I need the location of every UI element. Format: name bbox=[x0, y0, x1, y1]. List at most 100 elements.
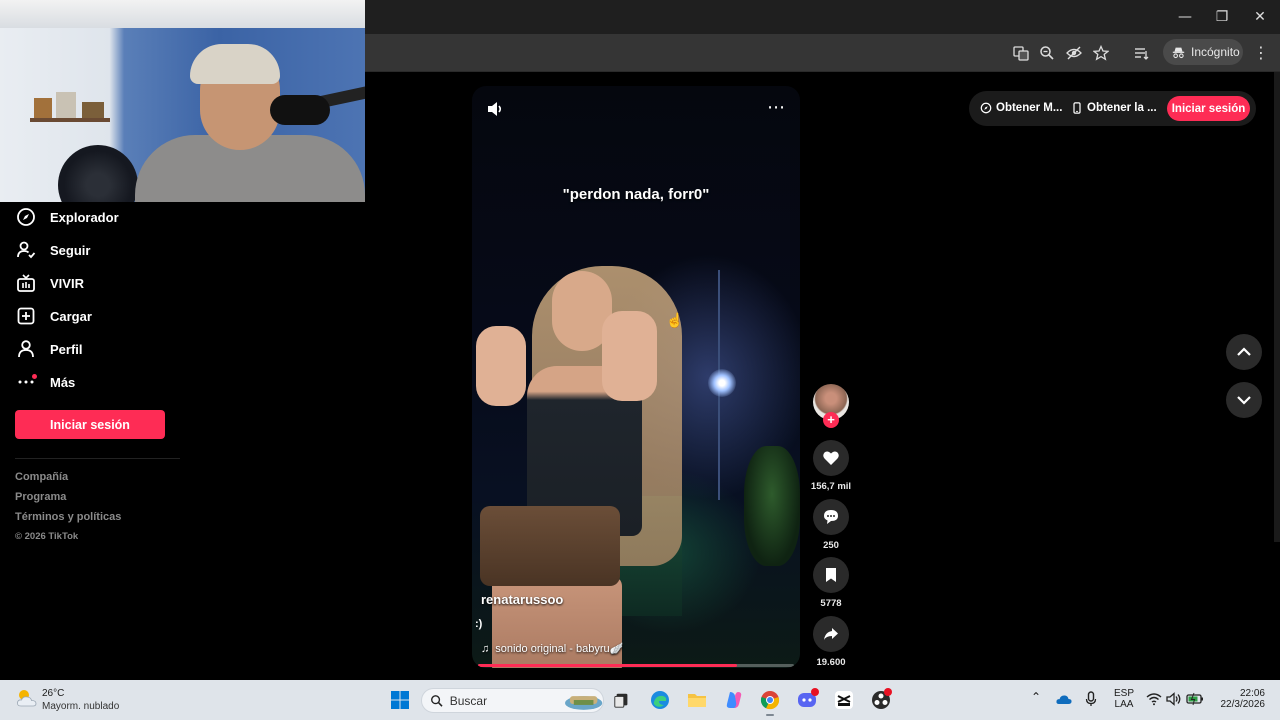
sound-icon[interactable] bbox=[486, 100, 504, 118]
video-author[interactable]: renatarussoo bbox=[481, 592, 563, 607]
incognito-indicator[interactable]: Incógnito bbox=[1163, 39, 1243, 65]
sidebar-item-label: Perfil bbox=[50, 341, 83, 357]
video-more-icon[interactable]: ⋯ bbox=[766, 98, 786, 118]
footer-link-program[interactable]: Programa bbox=[15, 491, 66, 503]
battery-charging-icon[interactable] bbox=[1186, 692, 1204, 706]
share-arrow-icon bbox=[824, 628, 838, 640]
save-count: 5778 bbox=[820, 598, 842, 609]
sidebar-divider bbox=[15, 458, 180, 459]
like-count: 156,7 mil bbox=[810, 481, 852, 492]
get-app-link[interactable]: Obtener la ... bbox=[1071, 99, 1157, 117]
task-view-icon bbox=[614, 693, 628, 708]
taskbar-search-input[interactable] bbox=[449, 693, 550, 708]
video-music-label: sonido original - babyru🪽 bbox=[495, 643, 624, 655]
phone-icon bbox=[1073, 102, 1081, 114]
capcut-icon bbox=[835, 691, 853, 709]
page-scrollbar[interactable] bbox=[1274, 72, 1280, 542]
hand-cursor-icon: ☝ bbox=[666, 312, 684, 328]
like-button[interactable] bbox=[813, 440, 849, 476]
chrome-icon bbox=[760, 691, 780, 710]
sidebar-item-label: VIVIR bbox=[50, 275, 84, 291]
incognito-label: Incógnito bbox=[1191, 45, 1240, 59]
sidebar-item-explorador[interactable]: Explorador bbox=[16, 205, 119, 229]
footer-link-terms[interactable]: Términos y políticas bbox=[15, 511, 121, 523]
eye-off-icon[interactable] bbox=[1063, 42, 1085, 64]
taskbar-file-explorer[interactable] bbox=[683, 686, 711, 714]
taskbar-chrome[interactable] bbox=[756, 686, 784, 714]
zoom-icon[interactable] bbox=[1036, 42, 1058, 64]
video-scene-plant bbox=[744, 446, 800, 566]
video-scene-light bbox=[708, 369, 736, 397]
follow-plus-icon[interactable]: + bbox=[823, 412, 839, 428]
webcam-fan bbox=[58, 145, 138, 202]
previous-video-button[interactable] bbox=[1226, 334, 1262, 370]
sidebar-item-label: Explorador bbox=[50, 209, 119, 225]
video-progress-bar[interactable] bbox=[478, 664, 794, 667]
tray-overflow-chevron-icon[interactable]: ⌃ bbox=[1031, 690, 1041, 704]
music-note-icon: ♫ bbox=[481, 642, 490, 655]
taskbar-copilot[interactable] bbox=[720, 686, 748, 714]
clock-time: 22:06 bbox=[1239, 688, 1265, 699]
start-button[interactable] bbox=[386, 686, 414, 714]
edge-icon bbox=[651, 691, 669, 709]
browser-menu-icon[interactable]: ⋮ bbox=[1252, 42, 1270, 64]
video-player[interactable]: ⋯ "perdon nada, forr0" renatarussoo :) ♫… bbox=[472, 86, 800, 668]
wifi-icon[interactable] bbox=[1146, 692, 1162, 706]
video-description: :) bbox=[475, 618, 483, 630]
video-caption-text: "perdon nada, forr0" bbox=[562, 186, 710, 203]
sidebar-item-seguir[interactable]: Seguir bbox=[16, 238, 90, 262]
footer-link-company[interactable]: Compañía bbox=[15, 471, 68, 483]
copyright-text: © 2026 TikTok bbox=[15, 531, 79, 542]
folder-icon bbox=[688, 694, 706, 707]
sidebar-login-button[interactable]: Iniciar sesión bbox=[15, 410, 165, 439]
language-code: ESP bbox=[1114, 688, 1135, 699]
webcam-overlay bbox=[0, 0, 365, 202]
volume-icon[interactable] bbox=[1166, 692, 1182, 706]
minimize-button[interactable]: — bbox=[1167, 6, 1203, 28]
taskbar-clock[interactable]: 22:06 22/3/2026 bbox=[1217, 688, 1266, 710]
sidebar-item-label: Seguir bbox=[50, 242, 91, 258]
get-app-label-1: Obtener M... bbox=[996, 102, 1063, 114]
share-button[interactable] bbox=[813, 616, 849, 652]
webcam-ceiling bbox=[0, 0, 365, 28]
chevron-up-icon bbox=[1237, 347, 1251, 356]
top-login-button[interactable]: Iniciar sesión bbox=[1167, 96, 1250, 121]
task-view-button[interactable] bbox=[608, 686, 636, 714]
bookmark-star-icon[interactable] bbox=[1090, 42, 1112, 64]
taskbar-search[interactable] bbox=[421, 688, 604, 713]
save-button[interactable] bbox=[813, 557, 849, 593]
profile-icon bbox=[18, 340, 34, 358]
sidebar-item-vivir[interactable]: VIVIR bbox=[16, 271, 84, 295]
compass-small-icon bbox=[980, 102, 992, 114]
discord-notification-badge bbox=[811, 688, 819, 696]
microphone-icon[interactable] bbox=[1085, 691, 1097, 707]
windows-logo-icon bbox=[391, 691, 409, 709]
get-app-label-2: Obtener la ... bbox=[1087, 102, 1157, 114]
weather-temperature[interactable]: 26°C bbox=[42, 688, 64, 699]
follow-user-icon bbox=[17, 241, 36, 259]
onedrive-icon[interactable] bbox=[1056, 692, 1072, 706]
video-music[interactable]: ♫ sonido original - babyru🪽 bbox=[481, 642, 624, 656]
restore-button[interactable]: ❐ bbox=[1204, 6, 1240, 28]
sidebar-item-mas[interactable]: Más bbox=[16, 370, 75, 394]
incognito-icon bbox=[1172, 47, 1185, 58]
taskbar-capcut[interactable] bbox=[830, 686, 858, 714]
weather-cloud-sun-icon[interactable] bbox=[15, 687, 39, 709]
upload-plus-icon bbox=[17, 307, 35, 325]
comment-button[interactable] bbox=[813, 499, 849, 535]
language-indicator[interactable]: ESP LAA bbox=[1114, 688, 1134, 710]
sidebar-item-label: Más bbox=[50, 374, 76, 390]
taskbar-edge[interactable] bbox=[646, 686, 674, 714]
sidebar-item-cargar[interactable]: Cargar bbox=[16, 304, 92, 328]
next-video-button[interactable] bbox=[1226, 382, 1262, 418]
video-person-left-hand bbox=[476, 326, 526, 406]
close-window-button[interactable]: ✕ bbox=[1242, 6, 1278, 28]
translate-icon[interactable] bbox=[1010, 42, 1032, 64]
chrome-active-indicator bbox=[766, 714, 774, 716]
webcam-microphone bbox=[270, 95, 330, 125]
sidebar-item-perfil[interactable]: Perfil bbox=[16, 337, 83, 361]
get-app-mobile-link[interactable]: Obtener M... bbox=[980, 99, 1062, 117]
sidebar-item-label: Cargar bbox=[50, 308, 92, 324]
weather-description[interactable]: Mayorm. nublado bbox=[42, 701, 119, 712]
reading-list-icon[interactable] bbox=[1131, 42, 1153, 64]
